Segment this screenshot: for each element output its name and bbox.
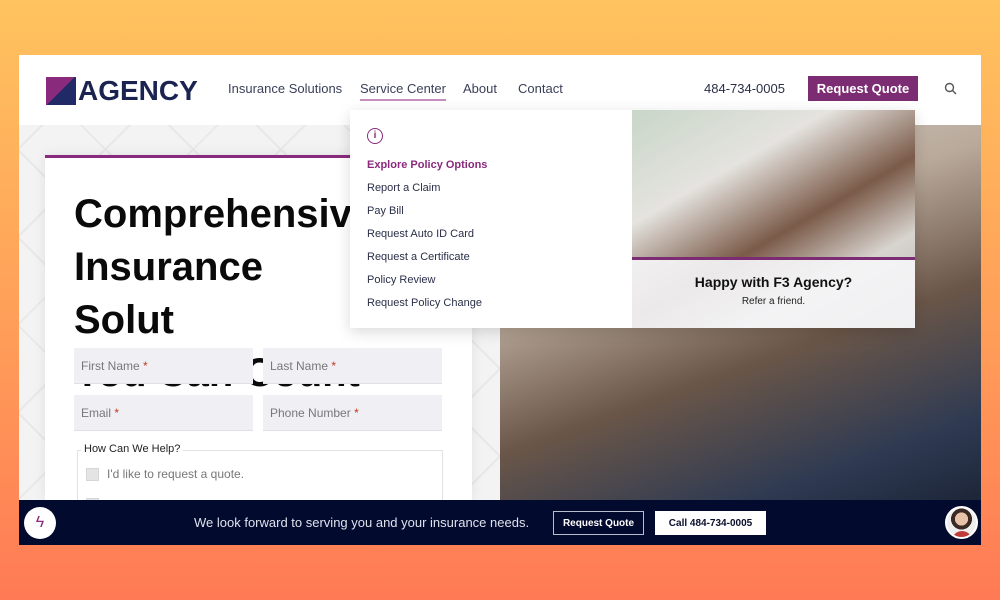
bar-request-quote-button[interactable]: Request Quote (553, 511, 644, 535)
menu-item-explore-policy-options[interactable]: Explore Policy Options (367, 159, 487, 171)
quote-checkbox-label: I'd like to request a quote. (107, 467, 245, 481)
phone-link[interactable]: 484-734-0005 (704, 81, 785, 96)
request-quote-button[interactable]: Request Quote (808, 76, 918, 101)
call-button[interactable]: Call 484-734-0005 (655, 511, 766, 535)
menu-item-policy-change[interactable]: Request Policy Change (367, 297, 482, 309)
promo-subtitle: Refer a friend. (741, 296, 806, 307)
menu-item-report-claim[interactable]: Report a Claim (367, 182, 440, 194)
quote-checkbox[interactable] (86, 468, 99, 481)
email-input[interactable]: Email * (74, 395, 253, 431)
service-center-dropdown: i Explore Policy Options Report a Claim … (350, 110, 915, 328)
nav-about[interactable]: About (463, 81, 497, 96)
menu-item-auto-id-card[interactable]: Request Auto ID Card (367, 228, 474, 240)
bottom-cta-bar: ϟ We look forward to serving you and you… (19, 500, 981, 545)
promo-title: Happy with F3 Agency? (694, 274, 853, 290)
f3-logo-mark (46, 77, 76, 105)
logo-text: AGENCY (78, 75, 198, 106)
browser-page: Comprehensive Insurance Solut You Can Co… (19, 55, 981, 545)
nav-service-center[interactable]: Service Center (360, 81, 446, 101)
logo[interactable]: AGENCY (46, 75, 198, 107)
last-name-input[interactable]: Last Name * (263, 348, 442, 384)
menu-item-certificate[interactable]: Request a Certificate (367, 251, 470, 263)
cta-message: We look forward to serving you and your … (194, 515, 530, 530)
search-icon[interactable] (944, 82, 957, 95)
promo-caption: Happy with F3 Agency? Refer a friend. (632, 257, 915, 328)
phone-input[interactable]: Phone Number * (263, 395, 442, 431)
menu-item-policy-review[interactable]: Policy Review (367, 274, 435, 286)
first-name-input[interactable]: First Name * (74, 348, 253, 384)
nav-contact[interactable]: Contact (518, 81, 563, 96)
agent-avatar[interactable] (945, 506, 978, 539)
lightning-icon[interactable]: ϟ (24, 507, 56, 539)
referral-promo[interactable]: Happy with F3 Agency? Refer a friend. (632, 110, 915, 328)
info-icon: i (367, 128, 383, 144)
help-legend: How Can We Help? (81, 443, 184, 455)
menu-item-pay-bill[interactable]: Pay Bill (367, 205, 404, 217)
nav-insurance-solutions[interactable]: Insurance Solutions (228, 81, 342, 96)
